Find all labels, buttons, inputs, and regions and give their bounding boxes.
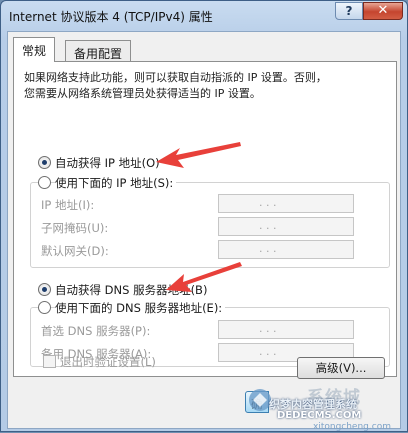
default-gateway-label: 默认网关(D): (41, 244, 109, 258)
description-line-1: 如果网络支持此功能，则可以获取自动指派的 IP 设置。否则， (24, 71, 327, 84)
watermark-line-2: DEDECMS.COM (277, 410, 362, 421)
subnet-mask-field[interactable]: . . . (218, 217, 354, 236)
tab-general[interactable]: 常规 (13, 37, 56, 62)
validate-on-exit-label[interactable]: 退出时验证设置(L) (60, 354, 156, 370)
help-button[interactable]: ? (335, 2, 363, 20)
tab-alternate-config[interactable]: 备用配置 (65, 40, 132, 62)
ip-address-field[interactable]: . . . (218, 194, 354, 213)
dns-auto-radio[interactable] (38, 283, 51, 296)
general-panel: 如果网络支持此功能，则可以获取自动指派的 IP 设置。否则， 您需要从网络系统管… (13, 61, 397, 377)
validate-on-exit-checkbox[interactable] (43, 355, 56, 368)
ip-auto-radio[interactable] (38, 156, 51, 169)
preferred-dns-label: 首选 DNS 服务器(P): (41, 324, 151, 338)
advanced-button[interactable]: 高级(V)... (297, 357, 385, 379)
ip-manual-radio[interactable] (38, 176, 51, 189)
title-bar[interactable]: Internet 协议版本 4 (TCP/IPv4) 属性 ? ✕ (1, 1, 407, 29)
description-text: 如果网络支持此功能，则可以获取自动指派的 IP 设置。否则， 您需要从网络系统管… (24, 70, 327, 102)
ip-auto-label[interactable]: 自动获得 IP 地址(O) (55, 155, 160, 171)
subnet-mask-label: 子网掩码(U): (41, 221, 109, 235)
dns-manual-label[interactable]: 使用下面的 DNS 服务器地址(E): (55, 300, 226, 316)
watermark: 系统城 织梦内容管理系统 DEDECMS.COM xitongcheng.com (247, 383, 408, 433)
dns-manual-radio[interactable] (38, 301, 51, 314)
watermark-line-3: xitongcheng.com (313, 422, 391, 432)
description-line-2: 您需要从网络系统管理员处获得适当的 IP 设置。 (24, 87, 261, 100)
dialog-client: 常规 备用配置 如果网络支持此功能，则可以获取自动指派的 IP 设置。否则， 您… (7, 31, 401, 429)
default-gateway-field[interactable]: . . . (218, 240, 354, 259)
dialog-window: Internet 协议版本 4 (TCP/IPv4) 属性 ? ✕ 常规 备用配… (0, 0, 408, 432)
close-button[interactable]: ✕ (363, 2, 403, 20)
preferred-dns-field[interactable]: . . . (218, 320, 354, 339)
window-title: Internet 协议版本 4 (TCP/IPv4) 属性 (9, 10, 213, 24)
ip-address-label: IP 地址(I): (41, 198, 95, 212)
annotation-arrow-ip (156, 142, 241, 168)
annotation-arrow-dns (166, 262, 242, 292)
